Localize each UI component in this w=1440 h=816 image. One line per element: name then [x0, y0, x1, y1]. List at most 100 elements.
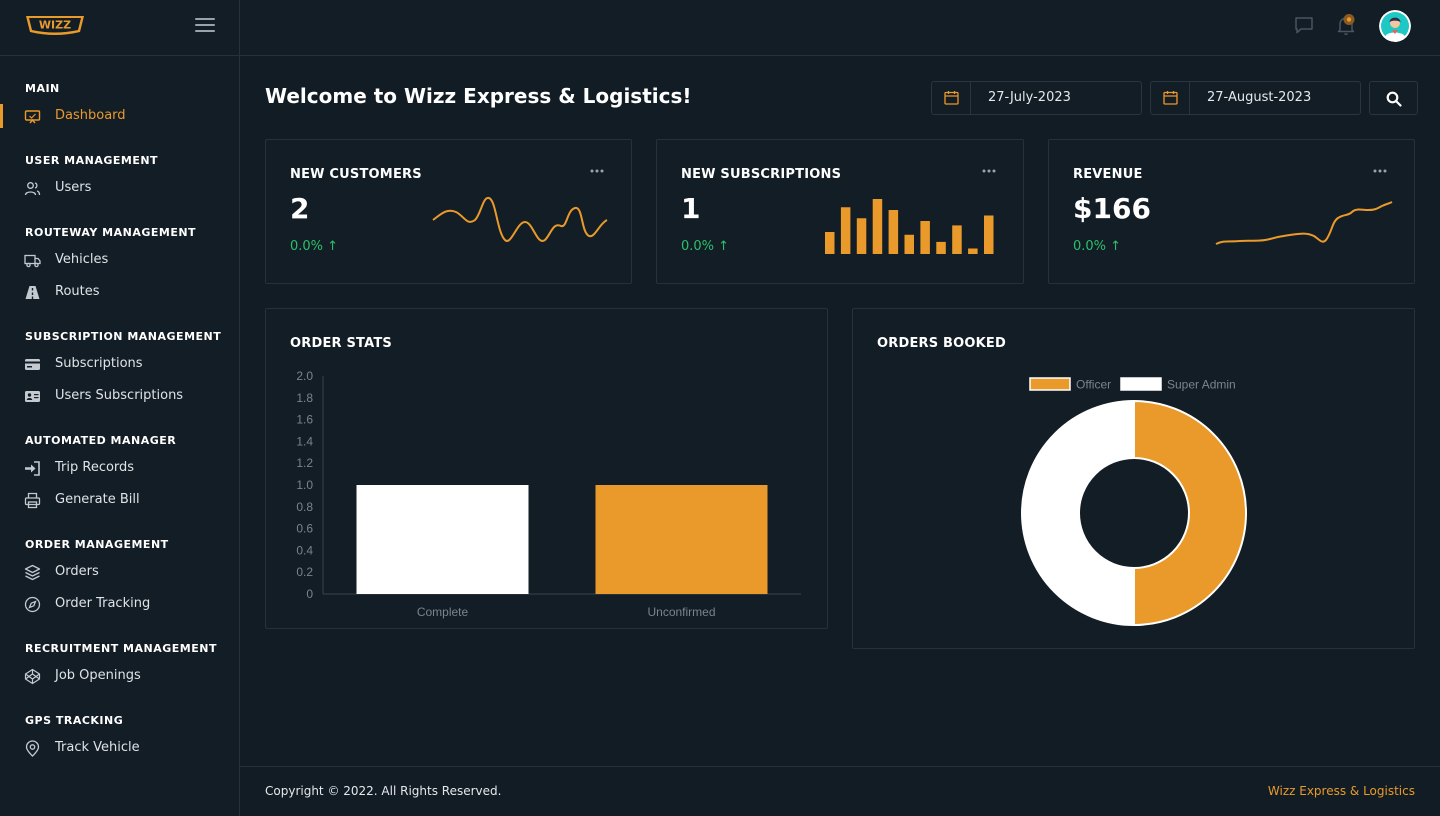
stat-card-value: 1: [681, 192, 701, 225]
more-options-icon[interactable]: [981, 166, 997, 176]
section-title-order-management: ORDER MANAGEMENT: [25, 538, 169, 551]
sidebar-item-label: Job Openings: [55, 668, 141, 683]
x-tick-label: Complete: [417, 605, 469, 619]
x-tick-label: Unconfirmed: [647, 605, 715, 619]
search-button[interactable]: [1369, 81, 1418, 115]
y-tick-label: 1.8: [296, 391, 313, 405]
section-title-main: MAIN: [25, 82, 60, 95]
section-title-automated-manager: AUTOMATED MANAGER: [25, 434, 177, 447]
slice-officer[interactable]: [1133, 399, 1247, 627]
sidebar-item-order-tracking[interactable]: Order Tracking: [0, 590, 239, 618]
monitor-icon: [24, 110, 41, 124]
notification-bell-icon[interactable]: [1336, 14, 1356, 36]
sidebar-item-label: Subscriptions: [55, 356, 143, 371]
y-tick-label: 0.2: [296, 565, 313, 579]
legend-label[interactable]: Super Admin: [1167, 378, 1236, 392]
sidebar-item-label: Users: [55, 180, 92, 195]
sidebar-item-label: Track Vehicle: [55, 740, 140, 755]
sparkline-bar: [872, 199, 883, 254]
y-tick-label: 1.4: [296, 434, 313, 448]
stat-card-change: 0.0% ↑: [681, 239, 730, 254]
sidebar-item-generate-bill[interactable]: Generate Bill: [0, 486, 239, 514]
copyright-text: Copyright © 2022. All Rights Reserved.: [265, 784, 502, 798]
bar-unconfirmed[interactable]: [595, 485, 768, 594]
subscriptions-bar-sparkline: [825, 199, 994, 254]
wizz-logo[interactable]: WIZZ: [25, 15, 85, 36]
order-stats-card: ORDER STATS 2.0 1.8 1.6 1.4 1.2 1.0 0.8 0.6 0.4 0…: [265, 308, 828, 629]
sidebar-item-trip-records[interactable]: Trip Records: [0, 454, 239, 482]
legend-label[interactable]: Officer: [1076, 378, 1111, 392]
footer: Copyright © 2022. All Rights Reserved. W…: [240, 766, 1440, 816]
start-date-field[interactable]: 27-July-2023: [931, 81, 1142, 115]
more-options-icon[interactable]: [1372, 166, 1388, 176]
stat-card-new-subscriptions: NEW SUBSCRIPTIONS 1 0.0% ↑: [656, 139, 1024, 284]
sidebar-item-users[interactable]: Users: [0, 174, 239, 202]
road-icon: [25, 286, 40, 299]
page-title: Welcome to Wizz Express & Logistics!: [265, 84, 692, 108]
stat-card-title: REVENUE: [1073, 167, 1143, 182]
legend-swatch-super-admin[interactable]: [1120, 377, 1162, 391]
start-date-value: 27-July-2023: [988, 90, 1071, 105]
y-tick-label: 0.6: [296, 522, 313, 536]
end-date-calendar[interactable]: [1151, 82, 1190, 114]
more-options-icon[interactable]: [589, 166, 605, 176]
truck-icon: [24, 254, 41, 268]
stat-card-value: $166: [1073, 192, 1151, 225]
sidebar-item-label: Order Tracking: [55, 596, 151, 611]
bar-complete[interactable]: [356, 485, 529, 594]
sidebar-item-track-vehicle[interactable]: Track Vehicle: [0, 734, 239, 762]
calendar-icon: [944, 91, 959, 105]
sidebar-item-label: Dashboard: [55, 108, 126, 123]
message-icon[interactable]: [1294, 16, 1314, 34]
sparkline-bar: [856, 218, 867, 254]
printer-icon: [24, 492, 41, 509]
stat-card-title: NEW SUBSCRIPTIONS: [681, 167, 842, 182]
sparkline-bar: [936, 241, 946, 254]
stat-card-value: 2: [290, 192, 310, 225]
end-date-field[interactable]: 27-August-2023: [1150, 81, 1361, 115]
sidebar-item-job-openings[interactable]: Job Openings: [0, 662, 239, 690]
start-date-calendar[interactable]: [932, 82, 971, 114]
y-tick-label: 1.2: [296, 456, 313, 470]
user-avatar[interactable]: [1379, 10, 1411, 42]
section-title-user-management: USER MANAGEMENT: [25, 154, 159, 167]
sign-in-icon: [25, 461, 40, 476]
y-tick-label: 2.0: [296, 369, 313, 383]
y-tick-label: 0: [306, 587, 313, 601]
map-pin-icon: [25, 740, 40, 757]
y-tick-label: 0.4: [296, 543, 313, 557]
stat-card-change: 0.0% ↑: [290, 239, 339, 254]
footer-brand-link[interactable]: Wizz Express & Logistics: [1268, 784, 1415, 798]
sidebar-item-users-subscriptions[interactable]: Users Subscriptions: [0, 382, 239, 410]
sparkline-bar: [984, 215, 994, 254]
end-date-value: 27-August-2023: [1207, 90, 1312, 105]
stat-card-new-customers: NEW CUSTOMERS 2 0.0% ↑: [265, 139, 632, 284]
slice-super-admin[interactable]: [1021, 399, 1135, 627]
sparkline-bar: [840, 207, 851, 254]
topbar: [240, 0, 1440, 56]
order-stats-chart: 2.0 1.8 1.6 1.4 1.2 1.0 0.8 0.6 0.4 0.2 0 Complete U…: [296, 369, 801, 619]
codepen-icon: [24, 668, 41, 685]
legend-swatch-officer[interactable]: [1029, 377, 1071, 391]
y-tick-label: 1.0: [296, 478, 313, 492]
compass-icon: [24, 596, 41, 613]
sparkline-bar: [920, 221, 930, 254]
sidebar: WIZZ MAIN Dashboard USER MANAGEMENT User…: [0, 0, 240, 816]
sidebar-item-vehicles[interactable]: Vehicles: [0, 246, 239, 274]
stat-card-change: 0.0% ↑: [1073, 239, 1122, 254]
sidebar-item-orders[interactable]: Orders: [0, 558, 239, 586]
customers-sparkline: [432, 196, 608, 242]
calendar-icon: [1163, 91, 1178, 105]
orders-booked-chart: Officer Super Admin: [1021, 377, 1247, 627]
sidebar-item-routes[interactable]: Routes: [0, 278, 239, 306]
credit-card-icon: [25, 359, 40, 370]
users-icon: [24, 182, 41, 196]
sidebar-item-label: Vehicles: [55, 252, 109, 267]
id-card-icon: [25, 391, 40, 402]
sidebar-item-dashboard[interactable]: Dashboard: [0, 102, 239, 130]
sidebar-item-label: Routes: [55, 284, 100, 299]
menu-toggle-icon[interactable]: [195, 18, 215, 34]
sidebar-item-label: Generate Bill: [55, 492, 140, 507]
sidebar-item-subscriptions[interactable]: Subscriptions: [0, 350, 239, 378]
sparkline-bar: [888, 210, 899, 254]
